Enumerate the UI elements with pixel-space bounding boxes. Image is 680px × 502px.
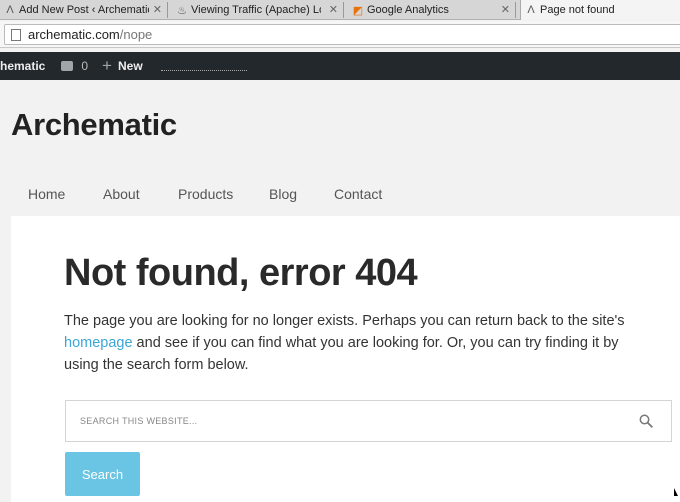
url-path: /nope xyxy=(119,27,153,42)
nav-item-contact[interactable]: Contact xyxy=(334,186,382,202)
page-title: Not found, error 404 xyxy=(64,252,418,294)
page-icon xyxy=(11,28,21,41)
content-area: Not found, error 404 The page you are lo… xyxy=(11,216,680,502)
tab-google-analytics[interactable]: ◩ Google Analytics ✕ xyxy=(348,0,516,20)
analytics-favicon-icon: ◩ xyxy=(352,4,364,17)
comments-count: 0 xyxy=(81,59,89,73)
tab-separator xyxy=(343,2,344,18)
tab-page-not-found[interactable]: Λ Page not found xyxy=(520,0,680,20)
error-message: The page you are looking for no longer e… xyxy=(64,310,654,376)
plus-icon: + xyxy=(102,56,112,75)
admin-bar-site-name[interactable]: hematic xyxy=(0,59,45,73)
close-icon[interactable]: ✕ xyxy=(501,3,510,16)
tab-label: Google Analytics xyxy=(367,4,449,16)
admin-bar-comments[interactable]: 0 xyxy=(61,59,88,73)
comment-bubble-icon xyxy=(61,61,74,71)
new-label: New xyxy=(117,59,143,73)
homepage-link[interactable]: homepage xyxy=(64,335,133,351)
tab-add-new-post[interactable]: Λ Add New Post ‹ Archematic ✕ xyxy=(0,0,168,20)
nav-item-products[interactable]: Products xyxy=(178,186,269,202)
close-icon[interactable]: ✕ xyxy=(329,3,338,16)
url-field[interactable]: archematic.com/nope xyxy=(4,24,680,45)
nav-item-blog[interactable]: Blog xyxy=(269,186,334,202)
admin-bar-stats-sparkline[interactable] xyxy=(160,65,247,71)
url-text: archematic.com/nope xyxy=(28,27,152,42)
search-input[interactable] xyxy=(80,416,600,426)
wp-admin-bar: hematic 0 + New xyxy=(0,52,680,80)
traffic-favicon-icon: ♨ xyxy=(177,4,187,17)
tab-separator xyxy=(167,2,168,18)
close-icon[interactable]: ✕ xyxy=(153,3,162,16)
search-icon[interactable] xyxy=(639,414,653,428)
tab-label: Viewing Traffic (Apache) Lo xyxy=(191,4,321,16)
nav-item-home[interactable]: Home xyxy=(28,186,103,202)
nav-item-about[interactable]: About xyxy=(103,186,178,202)
message-text-before: The page you are looking for no longer e… xyxy=(64,313,625,329)
tab-label: Page not found xyxy=(540,4,615,16)
main-nav: Home About Products Blog Contact xyxy=(28,186,382,202)
site-title[interactable]: Archematic xyxy=(11,107,177,143)
archematic-favicon-icon: Λ xyxy=(6,4,14,16)
admin-bar-new[interactable]: + New xyxy=(102,56,143,76)
search-button[interactable]: Search xyxy=(65,452,140,496)
tab-viewing-traffic[interactable]: ♨ Viewing Traffic (Apache) Lo ✕ xyxy=(172,0,344,20)
archematic-favicon-icon: Λ xyxy=(527,4,535,16)
tab-separator xyxy=(515,2,516,18)
address-bar: archematic.com/nope xyxy=(0,21,680,48)
search-form xyxy=(65,400,672,442)
browser-tab-bar: Λ Add New Post ‹ Archematic ✕ ♨ Viewing … xyxy=(0,0,680,20)
message-text-after: and see if you can find what you are loo… xyxy=(64,335,619,373)
url-host: archematic.com xyxy=(28,27,120,42)
tab-label: Add New Post ‹ Archematic xyxy=(19,4,149,16)
mouse-cursor-icon xyxy=(674,488,678,496)
